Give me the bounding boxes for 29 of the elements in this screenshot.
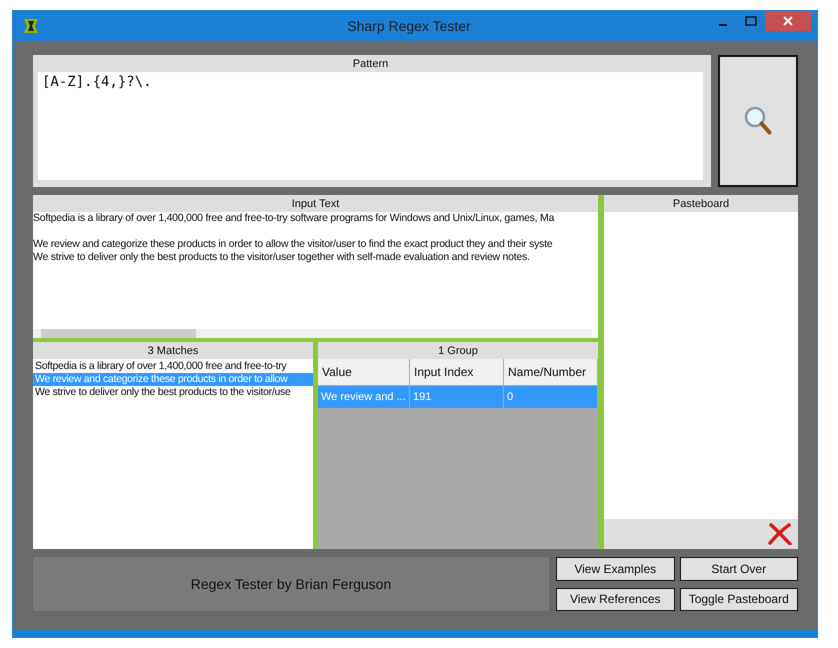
window-title: Sharp Regex Tester xyxy=(346,18,472,34)
horizontal-scrollbar[interactable] xyxy=(33,329,592,338)
close-button[interactable] xyxy=(765,11,811,31)
credit-label: Regex Tester by Brian Ferguson xyxy=(33,557,549,611)
minimize-icon xyxy=(719,24,727,26)
pattern-field[interactable]: [A-Z].{4,}?\. xyxy=(38,72,703,180)
search-button[interactable] xyxy=(718,55,798,187)
column-header[interactable]: Name/Number xyxy=(504,359,598,386)
action-button[interactable]: Toggle Pasteboard xyxy=(680,588,798,611)
text-line: We review and categorize these products in order to allow the visitor/user to find the exact product they and their syste xyxy=(33,238,552,251)
search-icon xyxy=(743,105,773,137)
action-button[interactable]: View Examples xyxy=(556,557,674,580)
panel-title: 3 Matches xyxy=(146,344,200,359)
app-icon xyxy=(23,18,39,34)
match-item[interactable]: Softpedia is a library of over 1,400,000 free and free-to-try xyxy=(33,360,313,373)
action-button[interactable]: View References xyxy=(556,588,674,611)
close-icon xyxy=(783,16,793,26)
action-button[interactable]: Start Over xyxy=(680,557,798,580)
column-header[interactable]: Input Index xyxy=(410,359,504,386)
panel-title: Input Text xyxy=(290,197,340,212)
clear-icon[interactable] xyxy=(768,523,792,545)
column-header[interactable]: Value xyxy=(318,359,410,386)
text-line: Softpedia is a library of over 1,400,000 free and free-to-try software programs for Windows and Unix/Linux, games, Ma xyxy=(33,212,554,225)
maximize-icon xyxy=(745,16,757,26)
text-line: We strive to deliver only the best products to the visitor/user together with self-made evaluation and review notes. xyxy=(33,251,530,264)
panel-title: Pasteboard xyxy=(672,197,730,212)
panel-title: Pattern xyxy=(352,57,390,72)
match-item[interactable]: We strive to deliver only the best products to the visitor/use xyxy=(33,386,313,399)
panel-title: 1 Group xyxy=(318,342,598,359)
